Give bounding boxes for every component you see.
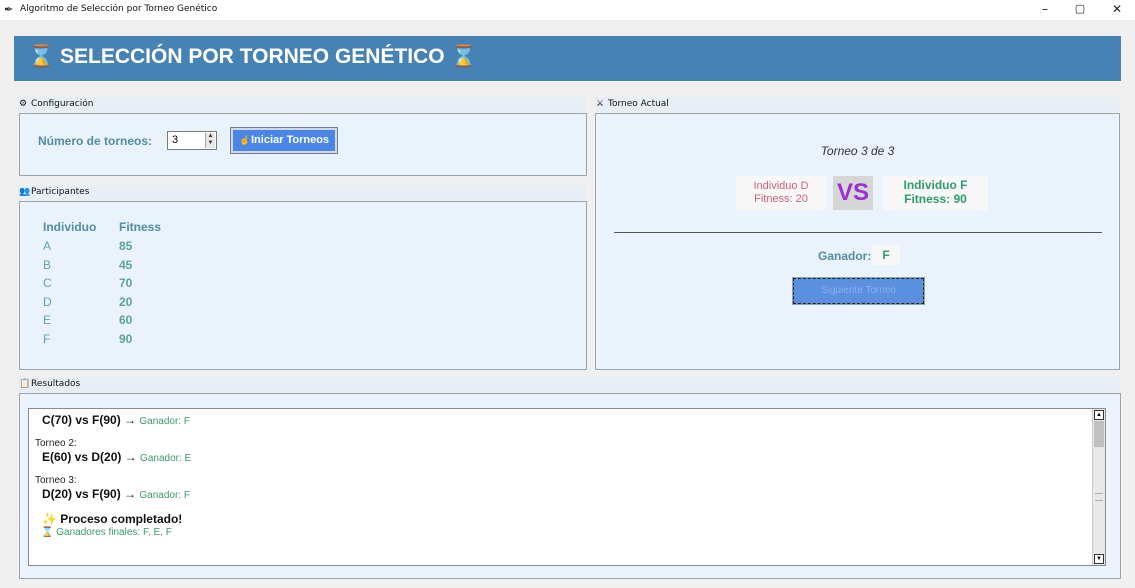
table-row: F 90	[43, 332, 179, 351]
winner-value: F	[872, 245, 900, 265]
spin-arrows[interactable]: ▲ ▼	[205, 133, 215, 148]
page-title: ⌛ SELECCIÓN POR TORNEO GENÉTICO ⌛	[28, 45, 477, 68]
crossed-swords-icon: ⚔	[596, 99, 605, 109]
log-finals: ⌛ Ganadores finales: F, E, F	[41, 527, 172, 538]
minimize-button[interactable]: –	[1028, 0, 1062, 20]
participants-section-title: Participantes	[31, 187, 90, 197]
start-tournaments-button[interactable]: ☝Iniciar Torneos	[230, 127, 338, 154]
participants-table: Individuo Fitness A 85 B 45 C 70 D 20 E 60 F 9…	[43, 220, 179, 350]
close-button[interactable]: ✕	[1100, 0, 1134, 20]
gear-icon: ⚙	[19, 99, 28, 109]
people-icon: 👥	[19, 187, 31, 197]
match-text: C(70) vs F(90) →	[42, 413, 140, 427]
participants-panel: Individuo Fitness A 85 B 45 C 70 D 20 E 60 F 9…	[19, 201, 587, 370]
current-section-title: Torneo Actual	[608, 99, 669, 109]
hand-icon: ☝	[239, 135, 251, 145]
vs-badge: VS	[833, 176, 873, 210]
title-bar: ✒ Algoritmo de Selección por Torneo Gené…	[0, 0, 1135, 20]
log-completed: ✨ Proceso completado!	[42, 512, 183, 526]
header-fitness: Fitness	[119, 220, 162, 234]
cell-fitness: 90	[119, 331, 133, 346]
fighter-b-card: Individuo F Fitness: 90	[883, 176, 988, 210]
fighter-a-card: Individuo D Fitness: 20	[736, 176, 826, 210]
participants-section-label: 👥Participantes	[19, 185, 89, 199]
results-section-label: 📋Resultados	[19, 377, 80, 391]
cell-name: C	[43, 276, 52, 290]
divider	[614, 232, 1102, 233]
config-section-title: Configuración	[31, 99, 94, 109]
clipboard-icon: 📋	[19, 379, 31, 389]
log-line: Torneo 2:	[35, 438, 77, 449]
results-log[interactable]: C(70) vs F(90) → Ganador: F Torneo 2: E(…	[28, 408, 1106, 566]
current-section-strip	[595, 97, 1121, 112]
scroll-thumb[interactable]	[1094, 421, 1104, 447]
current-tournament-panel: Torneo 3 de 3 Individuo D Fitness: 20 VS…	[595, 113, 1120, 370]
table-header: Individuo Fitness	[43, 220, 179, 239]
results-scrollbar[interactable]: ▲ ▼	[1092, 409, 1105, 565]
config-panel: Número de torneos: 3 ▲ ▼ ☝Iniciar Torneos	[19, 113, 587, 176]
cell-name: F	[43, 331, 51, 346]
window-title: Algoritmo de Selección por Torneo Genéti…	[20, 4, 218, 14]
match-winner: Ganador: F	[139, 416, 190, 427]
winner-label: Ganador:	[818, 249, 872, 263]
tournaments-label: Número de torneos:	[38, 134, 153, 148]
current-section-label: ⚔ Torneo Actual	[596, 97, 669, 111]
scroll-down-icon[interactable]: ▼	[1094, 554, 1104, 564]
feather-icon: ✒	[4, 4, 14, 16]
participants-section-strip	[18, 185, 586, 200]
round-indicator: Torneo 3 de 3	[820, 144, 895, 158]
scroll-grip	[1095, 493, 1103, 501]
fighter-b-name: Individuo F	[903, 178, 968, 192]
results-section-strip	[18, 377, 1121, 392]
table-row: E 60	[43, 313, 179, 332]
cell-name: E	[43, 313, 52, 327]
cell-fitness: 60	[119, 313, 133, 327]
log-line: C(70) vs F(90) → Ganador: F	[35, 413, 1085, 428]
cell-fitness: 70	[119, 276, 133, 290]
cell-name: B	[43, 257, 52, 272]
start-button-label: Iniciar Torneos	[251, 134, 330, 146]
scroll-up-icon[interactable]: ▲	[1094, 410, 1104, 420]
log-line: E(60) vs D(20) → Ganador: E	[35, 450, 1085, 465]
results-text: C(70) vs F(90) → Ganador: F Torneo 2: E(…	[35, 413, 1085, 539]
cell-fitness: 85	[119, 239, 133, 253]
log-line: D(20) vs F(90) → Ganador: F	[35, 487, 1085, 502]
cell-name: D	[43, 294, 52, 309]
cell-fitness: 20	[119, 294, 133, 309]
match-text: E(60) vs D(20) →	[42, 450, 141, 464]
table-row: A 85	[43, 239, 179, 258]
table-row: C 70	[43, 276, 179, 295]
config-section-label: ⚙ Configuración	[19, 97, 93, 111]
tournaments-value[interactable]: 3	[172, 134, 178, 146]
table-row: B 45	[43, 258, 179, 277]
header-banner: ⌛ SELECCIÓN POR TORNEO GENÉTICO ⌛	[14, 36, 1121, 81]
config-section-strip	[18, 97, 586, 112]
cell-fitness: 45	[119, 257, 133, 272]
cell-name: A	[43, 239, 52, 253]
match-text: D(20) vs F(90) →	[42, 487, 140, 501]
header-individuo: Individuo	[43, 220, 97, 234]
table-row: D 20	[43, 295, 179, 314]
fighter-a-fitness: Fitness: 20	[754, 193, 808, 205]
fighter-b-fitness: Fitness: 90	[904, 192, 967, 206]
match-winner: Ganador: F	[139, 490, 190, 501]
results-section-title: Resultados	[31, 379, 81, 389]
fighter-a-name: Individuo D	[753, 180, 809, 192]
maximize-button[interactable]: ▢	[1063, 0, 1097, 20]
log-line: Torneo 3:	[35, 475, 77, 486]
match-winner: Ganador: E	[140, 453, 192, 464]
tournaments-spinbox[interactable]: 3 ▲ ▼	[167, 131, 217, 150]
next-tournament-button[interactable]: Siguiente Torneo	[792, 277, 925, 305]
